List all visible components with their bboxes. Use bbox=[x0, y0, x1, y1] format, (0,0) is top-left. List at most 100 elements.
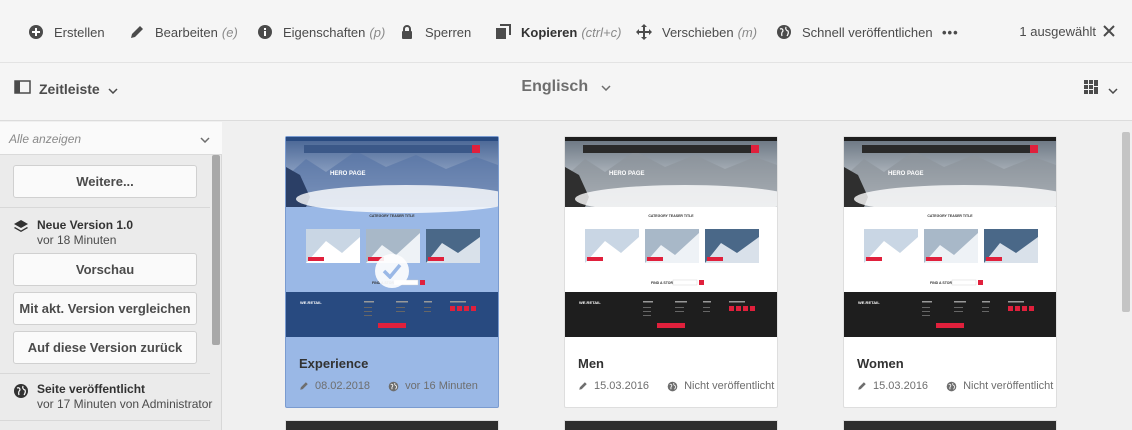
content-scrollbar[interactable] bbox=[1120, 122, 1132, 430]
card-meta: 15.03.2016 Nicht veröffentlicht bbox=[857, 380, 1053, 392]
pencil-icon bbox=[128, 23, 146, 41]
copy-button[interactable]: Kopieren (ctrl+c) bbox=[494, 22, 621, 42]
copy-icon bbox=[494, 23, 512, 41]
more-button[interactable]: Weitere... bbox=[13, 165, 197, 198]
globe-icon bbox=[775, 23, 793, 41]
preview-button-label: Vorschau bbox=[75, 262, 135, 277]
version-title: Neue Version 1.0 bbox=[37, 218, 134, 232]
edit-label: Bearbeiten bbox=[155, 24, 218, 40]
page-title-text: Englisch bbox=[521, 78, 589, 95]
more-button-label: Weitere... bbox=[76, 174, 134, 189]
action-bar: Erstellen Bearbeiten (e) Eigenschaften (… bbox=[0, 0, 1132, 63]
rail-scrollbar[interactable] bbox=[212, 155, 220, 345]
layers-icon bbox=[13, 219, 29, 235]
page-card-experience[interactable]: HERO PAGECATEGORY TEASER TITLEFIND A STO… bbox=[285, 136, 499, 408]
quick-publish-button[interactable]: Schnell veröffentlichen bbox=[775, 22, 933, 42]
svg-text:FIND A STORY: FIND A STORY bbox=[651, 281, 676, 285]
more-actions-button[interactable]: ••• bbox=[942, 22, 959, 42]
properties-button[interactable]: Eigenschaften (p) bbox=[256, 22, 385, 42]
timeline-filter[interactable]: Alle anzeigen bbox=[0, 122, 222, 155]
svg-text:WE.RETAIL: WE.RETAIL bbox=[579, 300, 601, 305]
chevron-down-icon bbox=[200, 132, 210, 146]
card-publish-status: vor 16 Minuten bbox=[405, 380, 478, 392]
page-thumbnail: HERO PAGECATEGORY TEASER TITLEFIND A STO… bbox=[286, 137, 498, 337]
more-actions-label: ••• bbox=[942, 24, 959, 40]
card-meta: 08.02.2018 vor 16 Minuten bbox=[299, 380, 478, 392]
card-grid: HERO PAGE CATEGORY TEASER TITLE FIND A STO… bbox=[222, 122, 1118, 430]
card-title: Men bbox=[578, 356, 604, 371]
lock-icon bbox=[398, 23, 416, 41]
divider bbox=[0, 207, 210, 208]
move-icon bbox=[635, 23, 653, 41]
pencil-icon bbox=[858, 382, 866, 390]
filter-value: Alle anzeigen bbox=[9, 132, 82, 146]
selection-count: 1 ausgewählt bbox=[1019, 24, 1096, 39]
copy-shortcut: (ctrl+c) bbox=[581, 24, 622, 40]
svg-text:WE.RETAIL: WE.RETAIL bbox=[858, 300, 880, 305]
move-label: Verschieben bbox=[662, 24, 734, 40]
svg-text:HERO PAGE: HERO PAGE bbox=[888, 171, 924, 177]
preview-button[interactable]: Vorschau bbox=[13, 253, 197, 286]
move-button[interactable]: Verschieben (m) bbox=[635, 22, 757, 42]
page-card-partial[interactable] bbox=[564, 420, 778, 430]
globe-icon bbox=[667, 381, 678, 391]
card-modified-date: 08.02.2018 bbox=[315, 380, 371, 392]
timeline-published-item[interactable]: Seite veröffentlicht vor 17 Minuten von … bbox=[13, 382, 212, 412]
version-time: vor 18 Minuten bbox=[37, 233, 117, 247]
card-meta: 15.03.2016 Nicht veröffentlicht bbox=[578, 380, 774, 392]
revert-button-label: Auf diese Version zurück bbox=[27, 340, 183, 355]
lock-label: Sperren bbox=[425, 24, 472, 40]
card-modified-date: 15.03.2016 bbox=[873, 380, 929, 392]
pencil-icon bbox=[300, 382, 308, 390]
edit-button[interactable]: Bearbeiten (e) bbox=[128, 22, 238, 42]
scrollbar-thumb[interactable] bbox=[1122, 132, 1130, 312]
globe-icon bbox=[388, 381, 399, 391]
page-thumbnail: HERO PAGE CATEGORY TEASER TITLE FIND A STO… bbox=[844, 137, 1056, 337]
close-selection-button[interactable] bbox=[1100, 22, 1118, 40]
card-title: Women bbox=[857, 356, 904, 371]
svg-text:CATEGORY TEASER TITLE: CATEGORY TEASER TITLE bbox=[369, 214, 415, 218]
chevron-down-icon bbox=[601, 78, 611, 95]
page-thumbnail: HERO PAGECATEGORY TEASER TITLEFIND A STO… bbox=[565, 137, 777, 337]
svg-text:FIND A STORY: FIND A STORY bbox=[930, 281, 955, 285]
properties-shortcut: (p) bbox=[369, 24, 386, 40]
revert-version-button[interactable]: Auf diese Version zurück bbox=[13, 331, 197, 364]
view-switcher[interactable] bbox=[1084, 80, 1118, 99]
card-publish-status: Nicht veröffentlicht bbox=[963, 380, 1054, 392]
published-title: Seite veröffentlicht bbox=[37, 382, 146, 396]
chevron-down-icon bbox=[1108, 81, 1118, 99]
thumbnail-preview: HERO PAGECATEGORY TEASER TITLEFIND A STO… bbox=[565, 137, 777, 337]
globe-icon bbox=[13, 383, 29, 399]
lock-button[interactable]: Sperren bbox=[398, 22, 471, 42]
svg-text:HERO PAGE: HERO PAGE bbox=[330, 171, 366, 177]
compare-version-button[interactable]: Mit akt. Version vergleichen bbox=[13, 292, 197, 325]
timeline-version-item[interactable]: Neue Version 1.0 vor 18 Minuten bbox=[13, 218, 133, 248]
page-card-men[interactable]: HERO PAGE CATEGORY TEASER TITLE FIND A STO… bbox=[564, 136, 778, 408]
selected-check-icon bbox=[375, 254, 409, 288]
svg-text:CATEGORY TEASER TITLE: CATEGORY TEASER TITLE bbox=[648, 214, 694, 218]
page-card-partial[interactable] bbox=[285, 420, 499, 430]
quick-publish-label: Schnell veröffentlichen bbox=[802, 24, 933, 40]
move-shortcut: (m) bbox=[737, 24, 758, 40]
card-publish-status: Nicht veröffentlicht bbox=[684, 380, 775, 392]
plus-circle-icon bbox=[27, 23, 45, 41]
card-view-icon bbox=[1084, 80, 1098, 99]
divider bbox=[0, 420, 210, 421]
breadcrumb-dropdown[interactable]: Englisch bbox=[521, 78, 611, 95]
page-card-partial[interactable] bbox=[843, 420, 1057, 430]
pencil-icon bbox=[579, 382, 587, 390]
thumbnail-preview: HERO PAGE CATEGORY TEASER TITLE FIND A STO… bbox=[844, 137, 1056, 337]
thumbnail-preview: HERO PAGECATEGORY TEASER TITLEFIND A STO… bbox=[286, 137, 498, 337]
published-detail: vor 17 Minuten von Administrator bbox=[37, 397, 213, 411]
copy-label: Kopieren bbox=[521, 24, 578, 40]
create-button[interactable]: Erstellen bbox=[27, 22, 105, 42]
page-card-women[interactable]: HERO PAGE CATEGORY TEASER TITLE FIND A STO… bbox=[843, 136, 1057, 408]
edit-shortcut: (e) bbox=[221, 24, 238, 40]
card-modified-date: 15.03.2016 bbox=[594, 380, 650, 392]
card-title: Experience bbox=[299, 356, 369, 371]
globe-icon bbox=[946, 381, 957, 391]
compare-button-label: Mit akt. Version vergleichen bbox=[19, 301, 191, 316]
properties-label: Eigenschaften bbox=[283, 24, 366, 40]
create-label: Erstellen bbox=[54, 24, 105, 40]
svg-text:CATEGORY TEASER TITLE: CATEGORY TEASER TITLE bbox=[927, 214, 973, 218]
